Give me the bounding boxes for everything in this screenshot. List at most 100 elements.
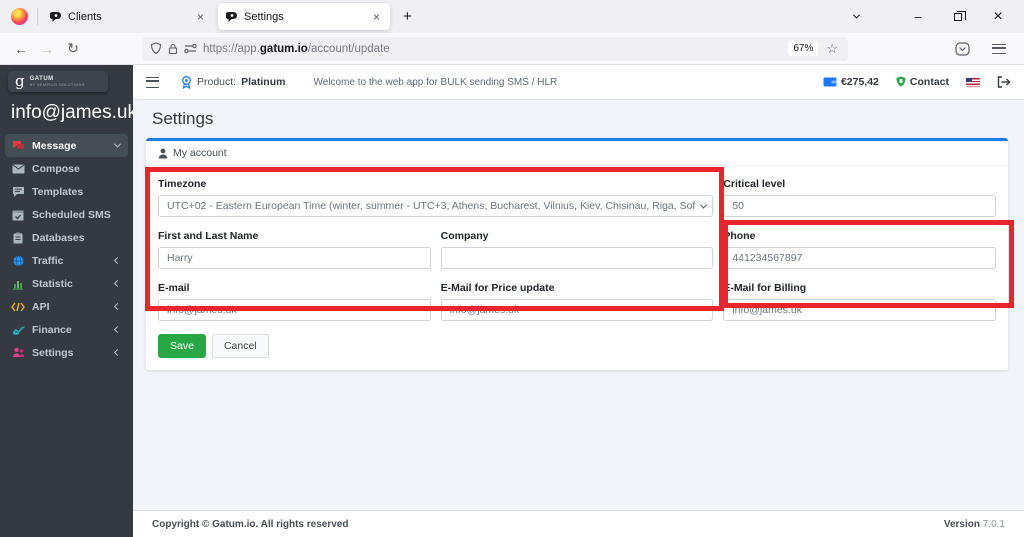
logo-subtitle: BY SEMPICO SOLUTIONS xyxy=(29,82,85,87)
app-header: Product: Platinum Welcome to the web app… xyxy=(133,65,1024,100)
lock-icon[interactable] xyxy=(168,43,178,55)
balance[interactable]: €275,42 xyxy=(823,76,879,88)
gatum-logo[interactable]: g GATUM BY SEMPICO SOLUTIONS xyxy=(8,71,108,92)
push-menu-icon[interactable] xyxy=(146,76,159,88)
sidebar-item-label: Message xyxy=(32,139,77,152)
list-tabs-button[interactable] xyxy=(836,0,876,33)
card-body: Timezone UTC+02 - Eastern European Time … xyxy=(146,166,1008,370)
sidebar-item-label: Databases xyxy=(32,231,85,244)
minimize-button[interactable]: – xyxy=(898,0,938,33)
sidebar-item-finance[interactable]: Finance xyxy=(5,318,128,341)
sidebar-item-scheduled-sms[interactable]: Scheduled SMS xyxy=(5,203,128,226)
phone-input[interactable] xyxy=(723,247,996,269)
language-flag-icon[interactable] xyxy=(966,77,980,87)
field-first-last-name: First and Last Name xyxy=(158,230,431,269)
message-icon xyxy=(11,140,25,152)
finance-icon xyxy=(11,324,25,335)
tab-title: Clients xyxy=(68,10,102,23)
field-company: Company xyxy=(440,230,714,269)
menu-icon[interactable] xyxy=(992,43,1006,54)
email-price-label: E-Mail for Price update xyxy=(440,282,555,294)
company-input[interactable] xyxy=(440,247,714,269)
sidebar-item-label: Compose xyxy=(32,162,80,175)
critical-level-input[interactable] xyxy=(723,195,996,217)
sidebar-item-settings[interactable]: Settings xyxy=(5,341,128,364)
contact-label: Contact xyxy=(909,76,949,88)
field-phone: Phone xyxy=(723,230,996,269)
sidebar-item-databases[interactable]: Databases xyxy=(5,226,128,249)
sidebar-item-label: Finance xyxy=(32,323,72,336)
chevron-left-icon xyxy=(113,348,122,357)
email-billing-input[interactable] xyxy=(723,299,996,321)
tab-close-icon[interactable]: × xyxy=(195,10,206,24)
statistic-chart-icon xyxy=(11,278,25,290)
browser-toolbar: ← → ↻ https://app.gatum.io/account/updat… xyxy=(0,33,1024,65)
logout-icon[interactable] xyxy=(997,76,1011,88)
sidebar-item-message[interactable]: Message xyxy=(5,134,128,157)
forward-button[interactable]: → xyxy=(34,37,60,61)
firefox-logo-icon[interactable] xyxy=(11,8,28,25)
timezone-select[interactable]: UTC+02 - Eastern European Time (winter, … xyxy=(158,195,714,217)
phone-label: Phone xyxy=(723,230,756,242)
bookmark-star-icon[interactable]: ☆ xyxy=(826,41,838,57)
save-button[interactable]: Save xyxy=(158,334,206,358)
field-email-billing: E-Mail for Billing xyxy=(723,282,996,321)
medal-icon xyxy=(182,75,191,89)
sidebar-item-label: Templates xyxy=(32,185,84,198)
close-window-button[interactable]: × xyxy=(978,0,1018,33)
traffic-globe-icon xyxy=(11,255,25,267)
main-content: Settings My account Timezone UTC+02 - Ea… xyxy=(133,100,1024,510)
tab-close-icon[interactable]: × xyxy=(371,10,382,24)
sidebar-item-templates[interactable]: Templates xyxy=(5,180,128,203)
users-icon xyxy=(11,347,25,358)
url-text[interactable]: https://app.gatum.io/account/update xyxy=(203,43,782,55)
cancel-button[interactable]: Cancel xyxy=(211,334,269,358)
zoom-level-badge[interactable]: 67% xyxy=(788,41,819,56)
pocket-icon[interactable] xyxy=(955,41,970,56)
email-price-input[interactable] xyxy=(440,299,714,321)
gatum-logo-glyph: g xyxy=(15,72,25,90)
first-last-name-input[interactable] xyxy=(158,247,431,269)
contact-shield-icon xyxy=(896,76,906,87)
tab-my-account[interactable]: My account xyxy=(173,147,227,159)
sidebar-item-traffic[interactable]: Traffic xyxy=(5,249,128,272)
shield-icon[interactable] xyxy=(150,42,162,55)
email-input[interactable] xyxy=(158,299,431,321)
tab-clients[interactable]: Clients × xyxy=(42,3,214,30)
restore-button[interactable] xyxy=(938,0,978,33)
form-buttons: Save Cancel xyxy=(158,334,996,358)
account-form: Timezone UTC+02 - Eastern European Time … xyxy=(158,178,996,321)
window-controls: – × xyxy=(836,0,1018,33)
first-last-name-label: First and Last Name xyxy=(158,230,259,242)
welcome-text: Welcome to the web app for BULK sending … xyxy=(313,76,558,88)
new-tab-button[interactable]: + xyxy=(394,6,421,27)
tab-settings[interactable]: Settings × xyxy=(218,3,390,30)
gatum-favicon xyxy=(226,11,237,22)
sidebar-item-compose[interactable]: Compose xyxy=(5,157,128,180)
reload-button[interactable]: ↻ xyxy=(60,37,86,61)
chevron-left-icon xyxy=(113,279,122,288)
contact-link[interactable]: Contact xyxy=(896,76,949,88)
sidebar-item-statistic[interactable]: Statistic xyxy=(5,272,128,295)
wallet-icon xyxy=(823,77,837,87)
field-critical-level: Critical level xyxy=(723,178,996,217)
sidebar-item-api[interactable]: API xyxy=(5,295,128,318)
email-billing-label: E-Mail for Billing xyxy=(723,282,807,294)
chevron-down-icon xyxy=(113,140,122,148)
url-bar[interactable]: https://app.gatum.io/account/update 67% … xyxy=(142,36,848,61)
calendar-icon xyxy=(11,209,25,221)
header-right: €275,42 Contact xyxy=(823,76,1011,88)
product-label: Product: xyxy=(197,76,237,88)
select-chevron-icon xyxy=(700,201,708,209)
permissions-toggle-icon[interactable] xyxy=(184,43,197,54)
clipboard-icon xyxy=(11,232,25,244)
chevron-left-icon xyxy=(113,302,122,311)
back-button[interactable]: ← xyxy=(8,37,34,61)
timezone-label: Timezone xyxy=(158,178,207,190)
sidebar-item-label: Scheduled SMS xyxy=(32,208,111,221)
field-email: E-mail xyxy=(158,282,431,321)
sidebar-item-label: Statistic xyxy=(32,277,73,290)
page-title: Settings xyxy=(152,109,214,128)
field-timezone: Timezone UTC+02 - Eastern European Time … xyxy=(158,178,714,217)
sidebar-nav: Message Compose Templates Scheduled SMS xyxy=(0,134,133,364)
